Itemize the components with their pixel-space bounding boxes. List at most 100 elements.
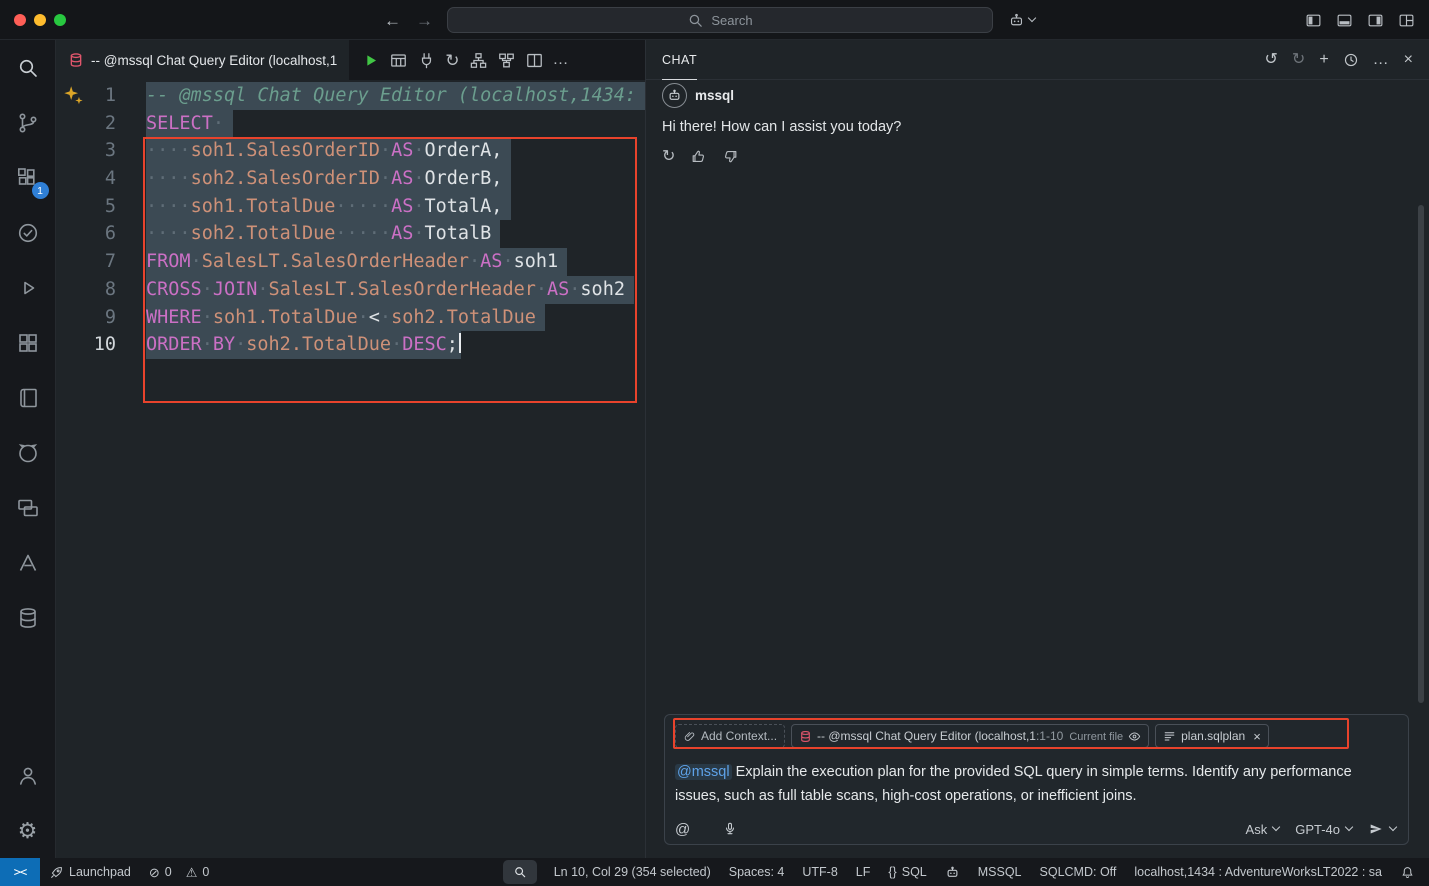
sidebar-item-accounts[interactable] — [0, 748, 56, 803]
chat-input-text[interactable]: @mssqlExplain the execution plan for the… — [675, 760, 1398, 808]
thumbs-up-icon[interactable] — [690, 148, 707, 165]
sidebar-item-testing[interactable] — [0, 205, 56, 260]
sidebar-item-github[interactable] — [0, 425, 56, 480]
line-content: CROSS·JOIN·SalesLT.SalesOrderHeader·AS·s… — [146, 276, 634, 304]
encoding-item[interactable]: UTF-8 — [793, 858, 846, 886]
code-line-10[interactable]: 10ORDER·BY·soh2.TotalDue·DESC; — [56, 331, 645, 359]
change-connection-icon[interactable]: ↻ — [445, 52, 459, 69]
sidebar-item-notebooks[interactable] — [0, 370, 56, 425]
scrollbar[interactable] — [1418, 205, 1424, 703]
more-actions-icon[interactable]: … — [1373, 52, 1390, 68]
sidebar-item-settings[interactable]: ⚙ — [0, 803, 56, 858]
disconnect-icon[interactable] — [417, 51, 436, 70]
line-content: ····soh2.SalesOrderID·AS·OrderB, — [146, 165, 511, 193]
warning-icon: ⚠ — [186, 866, 198, 879]
sidebar-item-extensions[interactable]: 1 — [0, 150, 56, 205]
indentation-item[interactable]: Spaces: 4 — [720, 858, 794, 886]
cursor-position-item[interactable]: Ln 10, Col 29 (354 selected) — [545, 858, 720, 886]
sqlcmd-item[interactable]: SQLCMD: Off — [1031, 858, 1126, 886]
chip-add-context[interactable]: Add Context... — [675, 724, 785, 748]
thumbs-down-icon[interactable] — [722, 148, 739, 165]
toggle-panel-icon[interactable] — [1336, 12, 1353, 29]
code-line-9[interactable]: 9WHERE·soh1.TotalDue·<·soh2.TotalDue — [56, 304, 645, 332]
sidebar-item-source-control[interactable] — [0, 95, 56, 150]
run-query-icon[interactable] — [361, 51, 380, 70]
paperclip-icon — [683, 730, 696, 743]
sidebar-item-database-projects[interactable] — [0, 590, 56, 645]
sidebar-item-azure[interactable] — [0, 535, 56, 590]
toggle-secondary-sidebar-icon[interactable] — [1367, 12, 1384, 29]
launchpad-item[interactable]: Launchpad — [40, 858, 140, 886]
copilot-sparkle-icon[interactable] — [62, 84, 84, 106]
schema-designer-icon[interactable] — [469, 51, 488, 70]
chat-input-container[interactable]: Add Context...-- @mssql Chat Query Edito… — [664, 714, 1409, 845]
send-button[interactable] — [1368, 821, 1396, 837]
code-line-2[interactable]: 2SELECT· — [56, 110, 645, 138]
mic-icon[interactable] — [722, 821, 738, 837]
minimize-window-button[interactable] — [34, 14, 46, 26]
sidebar-item-search[interactable] — [0, 40, 56, 95]
copilot-menu-button[interactable] — [1008, 0, 1035, 40]
customize-layout-icon[interactable] — [1398, 12, 1415, 29]
eye-icon[interactable] — [1128, 730, 1141, 743]
code-line-7[interactable]: 7 FROM·SalesLT.SalesOrderHeader·AS·soh1 — [56, 248, 645, 276]
regenerate-icon[interactable]: ↻ — [662, 149, 675, 165]
more-actions-icon[interactable]: … — [553, 52, 570, 68]
chip-plan-sqlplan[interactable]: plan.sqlplan× — [1155, 724, 1269, 748]
line-number[interactable]: 9 — [56, 304, 116, 332]
line-number[interactable]: 2 — [56, 110, 116, 138]
connection-label: localhost,1434 : AdventureWorksLT2022 : … — [1134, 865, 1382, 879]
line-content: FROM·SalesLT.SalesOrderHeader·AS·soh1 — [146, 248, 567, 276]
undo-icon[interactable]: ↺ — [1265, 52, 1278, 68]
line-number[interactable]: 3 — [56, 137, 116, 165]
language-item[interactable]: {} SQL — [879, 858, 935, 886]
zoom-indicator[interactable] — [503, 860, 537, 884]
results-grid-icon[interactable] — [389, 51, 408, 70]
sidebar-item-remote-explorer[interactable] — [0, 480, 56, 535]
model-picker[interactable]: GPT-4o — [1295, 822, 1352, 837]
eol-item[interactable]: LF — [847, 858, 880, 886]
close-icon[interactable]: × — [1404, 52, 1413, 68]
new-chat-icon[interactable]: + — [1319, 52, 1328, 68]
sidebar-item-components[interactable] — [0, 315, 56, 370]
toggle-sidebar-icon[interactable] — [1305, 12, 1322, 29]
connection-item[interactable]: localhost,1434 : AdventureWorksLT2022 : … — [1125, 858, 1391, 886]
query-plan-icon[interactable] — [497, 51, 516, 70]
code-line-4[interactable]: 4 ····soh2.SalesOrderID·AS·OrderB, — [56, 165, 645, 193]
line-number[interactable]: 10 — [56, 331, 116, 359]
split-editor-icon[interactable] — [525, 51, 544, 70]
tab-query-editor[interactable]: -- @mssql Chat Query Editor (localhost,1 — [56, 40, 349, 80]
copilot-icon — [1008, 12, 1025, 29]
copilot-status-item[interactable] — [936, 858, 969, 886]
line-number[interactable]: 7 — [56, 248, 116, 276]
notifications-item[interactable] — [1391, 858, 1429, 886]
command-center-search[interactable]: Search — [447, 7, 993, 33]
sidebar-item-run-debug[interactable] — [0, 260, 56, 315]
remote-indicator[interactable]: >< — [0, 858, 40, 886]
chip-file-context[interactable]: -- @mssql Chat Query Editor (localhost,1… — [791, 724, 1149, 748]
forward-icon[interactable]: → — [416, 12, 433, 29]
tab-chat[interactable]: CHAT — [662, 41, 697, 80]
close-icon[interactable]: × — [1253, 729, 1261, 744]
history-icon[interactable] — [1343, 52, 1359, 68]
code-line-3[interactable]: 3····soh1.SalesOrderID·AS·OrderA, — [56, 137, 645, 165]
mode-picker[interactable]: Ask — [1246, 822, 1280, 837]
back-icon[interactable]: ← — [384, 12, 401, 29]
line-number[interactable]: 4 — [56, 165, 116, 193]
redo-icon[interactable]: ↻ — [1292, 52, 1305, 68]
eol-label: LF — [856, 865, 871, 879]
mention-icon[interactable]: @ — [675, 822, 690, 837]
line-number[interactable]: 6 — [56, 220, 116, 248]
zoom-window-button[interactable] — [54, 14, 66, 26]
mention-chip[interactable]: @mssql — [675, 764, 732, 780]
code-line-6[interactable]: 6····soh2.TotalDue·····AS·TotalB — [56, 220, 645, 248]
line-number[interactable]: 5 — [56, 193, 116, 221]
code-area[interactable]: 1-- @mssql Chat Query Editor (localhost,… — [56, 80, 645, 359]
code-line-5[interactable]: 5····soh1.TotalDue·····AS·TotalA, — [56, 193, 645, 221]
line-number[interactable]: 8 — [56, 276, 116, 304]
code-line-8[interactable]: 8 CROSS·JOIN·SalesLT.SalesOrderHeader·AS·… — [56, 276, 645, 304]
problems-item[interactable]: ⊘ 0 ⚠ 0 — [140, 858, 218, 886]
close-window-button[interactable] — [14, 14, 26, 26]
code-line-1[interactable]: 1-- @mssql Chat Query Editor (localhost,… — [56, 82, 645, 110]
mssql-item[interactable]: MSSQL — [969, 858, 1031, 886]
